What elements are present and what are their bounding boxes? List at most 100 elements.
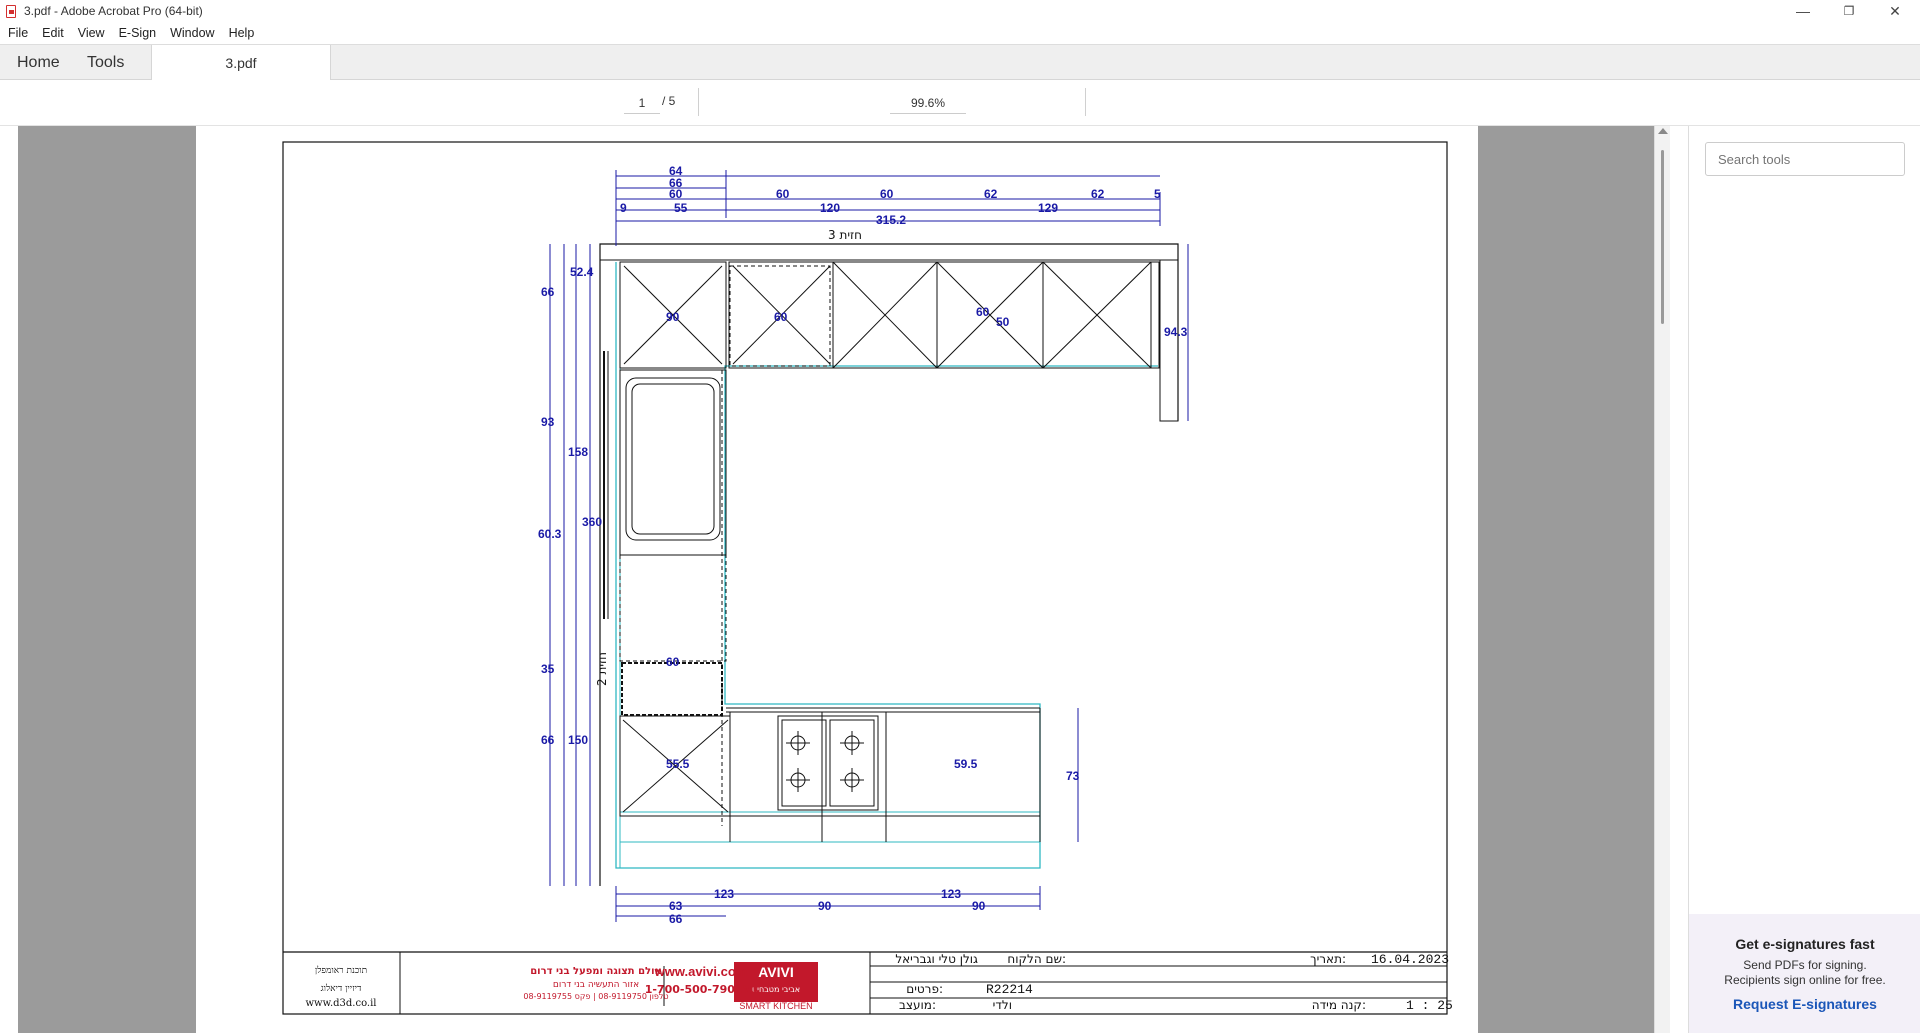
brand-name: AVIVI <box>758 964 794 980</box>
title-block: AVIVI אביבי מטבחים SMART KITCHEN www.avi… <box>283 951 1453 1014</box>
page-navigation-toolbar: / 5 <box>0 80 1920 126</box>
date-label: תאריך: <box>1310 952 1346 966</box>
dimension-lines <box>549 170 1189 922</box>
brand-sub: SMART KITCHEN <box>739 1001 812 1011</box>
drawing-frame <box>282 141 1448 1015</box>
customer-label: שם הלקוח: <box>1007 952 1066 966</box>
request-esignatures-link[interactable]: Request E-signatures <box>1689 996 1920 1012</box>
dim-label: 60.3 <box>538 527 562 541</box>
menu-window[interactable]: Window <box>162 26 220 40</box>
toolbar-divider <box>1085 88 1086 116</box>
dim-label: 90 <box>972 899 986 913</box>
dim-label: 123 <box>714 887 734 901</box>
dim-label: 94.3 <box>1164 325 1188 339</box>
dim-label: 66 <box>669 912 683 926</box>
dim-label: 66 <box>541 285 555 299</box>
search-tools-input[interactable] <box>1705 142 1905 176</box>
front-2-label: חזית 2 <box>595 652 609 686</box>
wall-end <box>1159 259 1179 422</box>
brand-hebrew: אביבי מטבחים <box>752 985 800 994</box>
drawer-unit <box>621 662 723 716</box>
date-value: 16.04.2023 <box>1371 952 1449 967</box>
software-name: תוכנת ראומפלן <box>315 965 367 976</box>
dim-label: 59.5 <box>954 757 978 771</box>
dim-label: 360 <box>582 515 602 529</box>
advisor-label: מועצב: <box>899 998 936 1012</box>
dim-label: 62 <box>1091 187 1105 201</box>
showroom-address: אזור התעשיה בני דרום <box>553 980 639 990</box>
dim-label: 158 <box>568 445 588 459</box>
scale-value: 1 : 25 <box>1406 998 1453 1013</box>
dim-label: 35 <box>541 662 555 676</box>
page-number-input[interactable] <box>624 92 660 114</box>
dim-label: 5 <box>1154 187 1161 201</box>
tab-document[interactable]: 3.pdf <box>151 45 331 81</box>
software-url: www.d3d.co.il <box>305 998 376 1009</box>
left-margin <box>0 126 18 1033</box>
dim-label: 55.5 <box>666 757 690 771</box>
tab-home[interactable]: Home <box>17 45 60 81</box>
minimize-button[interactable]: — <box>1780 0 1826 22</box>
title-bar: 3.pdf - Adobe Acrobat Pro (64-bit) — ❐ ✕ <box>0 0 1920 22</box>
dim-label: 63 <box>669 899 683 913</box>
showroom-phones: טלפון 08-9119750 | פקס 08-9119755 <box>523 992 668 1001</box>
wall-outline <box>599 243 1179 886</box>
dim-label: 50 <box>996 315 1010 329</box>
website: www.avivi.com <box>654 964 748 979</box>
dim-label: 60 <box>774 310 788 324</box>
promo-line: Recipients sign online for free. <box>1724 973 1886 987</box>
dim-label: 60 <box>669 187 683 201</box>
restore-button[interactable]: ❐ <box>1826 0 1872 22</box>
cooktop-burners <box>786 731 864 792</box>
dim-label: 60 <box>976 305 990 319</box>
window-title: 3.pdf - Adobe Acrobat Pro (64-bit) <box>24 4 203 18</box>
cooktop <box>777 715 879 811</box>
kitchen-floor-plan: 64 66 60 60 60 62 62 5 9 55 120 129 315.… <box>282 141 1453 1015</box>
dim-label: 9 <box>620 201 627 215</box>
scale-label: קנה מידה: <box>1312 998 1366 1012</box>
dim-label: 60 <box>666 655 680 669</box>
dim-label: 62 <box>984 187 998 201</box>
sink-cabinet <box>619 369 727 556</box>
esign-promo: Get e-signatures fast Send PDFs for sign… <box>1689 914 1920 1033</box>
document-viewport[interactable]: 64 66 60 60 60 62 62 5 9 55 120 129 315.… <box>18 126 1654 1033</box>
tab-bar: Home Tools 3.pdf <box>0 44 1920 81</box>
dim-label: 315.2 <box>876 213 906 227</box>
zoom-input[interactable] <box>890 92 966 114</box>
page-total: / 5 <box>662 94 676 108</box>
acrobat-icon <box>6 4 16 18</box>
dim-label: 93 <box>541 415 555 429</box>
items-value: R22214 <box>986 982 1033 997</box>
vertical-scrollbar[interactable] <box>1654 126 1670 1033</box>
front-3-label: חזית 3 <box>828 228 862 242</box>
software-vendor: דיזיין דיאלוג <box>321 983 362 994</box>
menu-edit[interactable]: Edit <box>34 26 70 40</box>
dim-label: 60 <box>776 187 790 201</box>
menu-bar: File Edit View E-Sign Window Help <box>0 22 1920 44</box>
menu-file[interactable]: File <box>0 26 34 40</box>
menu-esign[interactable]: E-Sign <box>111 26 163 40</box>
scroll-up-icon[interactable] <box>1658 128 1668 134</box>
dim-label: 150 <box>568 733 588 747</box>
menu-help[interactable]: Help <box>221 26 261 40</box>
customer-value: גולן טלי וגבריאל <box>895 952 978 966</box>
close-button[interactable]: ✕ <box>1872 0 1918 22</box>
items-label: פרטים: <box>906 982 943 996</box>
dim-label: 90 <box>818 899 832 913</box>
toolbar-divider <box>698 88 699 116</box>
sink-basin <box>625 377 721 541</box>
dim-label: 66 <box>541 733 555 747</box>
menu-view[interactable]: View <box>70 26 111 40</box>
base-cabinet-left <box>619 554 727 662</box>
dim-label: 55 <box>674 201 688 215</box>
promo-body: Send PDFs for signing. Recipients sign o… <box>1689 958 1920 988</box>
showroom-title: אולם תצוגה ומפעל בני דרום <box>530 966 662 977</box>
dim-label: 73 <box>1066 769 1080 783</box>
promo-line: Send PDFs for signing. <box>1743 958 1867 972</box>
tab-tools[interactable]: Tools <box>87 45 124 81</box>
dim-label: 90 <box>666 310 680 324</box>
tools-panel: Get e-signatures fast Send PDFs for sign… <box>1688 126 1920 1033</box>
dim-label: 60 <box>880 187 894 201</box>
promo-title: Get e-signatures fast <box>1735 936 1875 952</box>
scrollbar-thumb[interactable] <box>1661 150 1664 324</box>
